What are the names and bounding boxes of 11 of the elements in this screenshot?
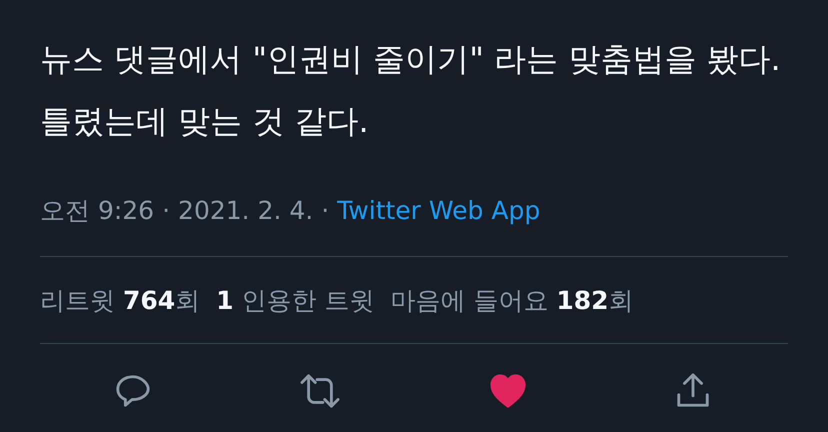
retweet-icon[interactable]: [299, 372, 342, 410]
tweet-time: 오전 9:26: [40, 194, 154, 226]
separator-dot: ·: [321, 196, 330, 224]
separator-dot: ·: [162, 196, 170, 224]
stat-count[interactable]: 리트윗 764회: [40, 284, 200, 316]
source-link[interactable]: Twitter Web App: [337, 196, 540, 224]
stat-count[interactable]: 1 인용한 트윗: [216, 284, 374, 316]
tweet-date: 2021. 2. 4.: [178, 196, 314, 224]
heart-icon[interactable]: [488, 372, 527, 410]
stat-count[interactable]: 마음에 들어요 182회: [390, 284, 634, 316]
tweet-text: 뉴스 댓글에서 "인권비 줄이기" 라는 맞춤법을 봤다. 틀렸는데 맞는 것 같다.: [40, 39, 782, 142]
